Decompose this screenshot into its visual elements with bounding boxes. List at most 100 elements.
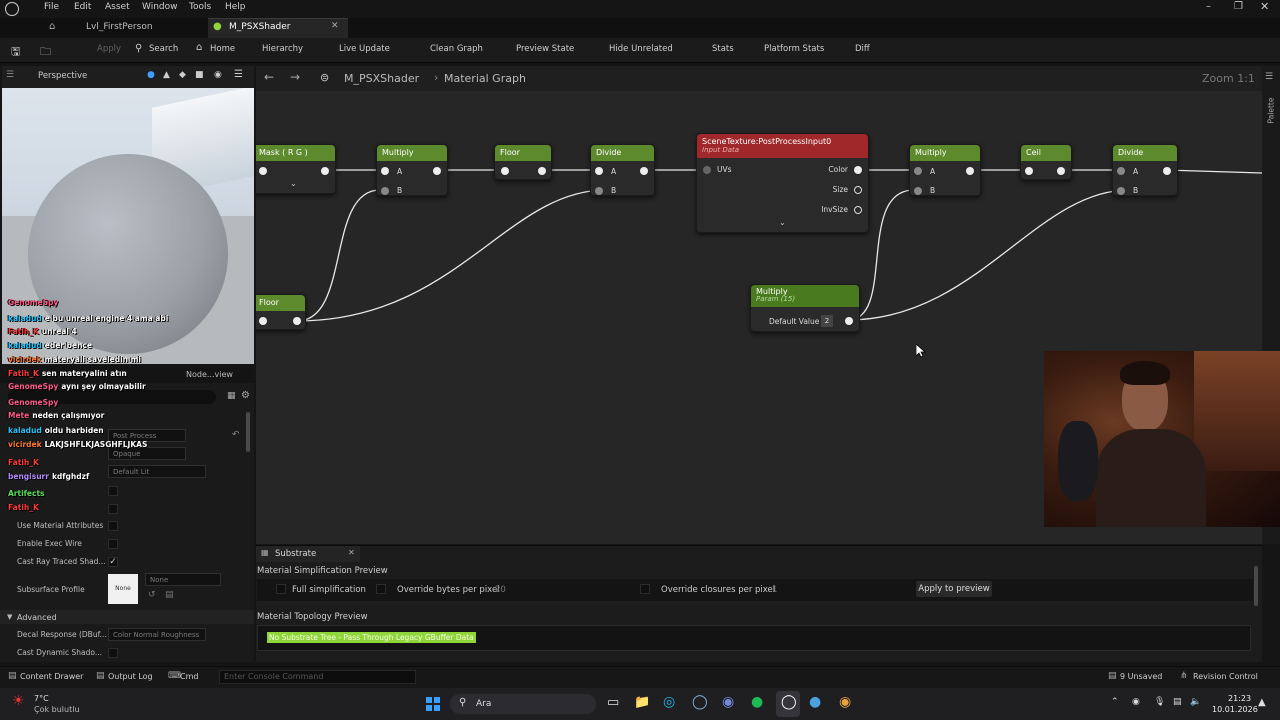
scene-texture-node[interactable]: SceneTexture:PostProcessInput0 Input Dat… bbox=[696, 133, 869, 233]
default-value-input[interactable]: 2 bbox=[821, 315, 833, 327]
input-pin-a[interactable] bbox=[914, 167, 922, 175]
input-pin-b[interactable] bbox=[1117, 187, 1125, 195]
weather-desc[interactable]: Çok bulutlu bbox=[34, 705, 80, 714]
tab-node-preview[interactable]: Node...view bbox=[186, 370, 233, 379]
output-pin[interactable] bbox=[538, 167, 546, 175]
unreal-logo-icon[interactable] bbox=[5, 2, 19, 16]
cast-ray-traced-checkbox[interactable]: ✓ bbox=[108, 557, 118, 567]
file-explorer-icon[interactable]: 📁 bbox=[634, 695, 650, 710]
task-view-icon[interactable]: ▭ bbox=[607, 695, 619, 710]
use-material-attributes-checkbox[interactable] bbox=[108, 521, 118, 531]
console-command-input[interactable]: Enter Console Command bbox=[219, 670, 416, 684]
network-icon[interactable]: ▤ bbox=[1173, 697, 1182, 707]
menu-window[interactable]: Window bbox=[142, 2, 178, 12]
output-pin-color[interactable] bbox=[854, 166, 862, 174]
multiply-node[interactable]: Multiply A B bbox=[376, 144, 448, 196]
substrate-tab[interactable]: ▦ Substrate ✕ bbox=[256, 546, 360, 562]
override-closures-value[interactable]: 1 bbox=[772, 585, 777, 595]
spotify-icon[interactable]: ● bbox=[751, 694, 763, 710]
output-pin[interactable] bbox=[1163, 167, 1171, 175]
sphere-preview-icon[interactable]: ● bbox=[147, 70, 155, 80]
output-pin[interactable] bbox=[321, 167, 329, 175]
apply-button[interactable]: Apply bbox=[97, 44, 121, 54]
clean-graph-button[interactable]: Clean Graph bbox=[430, 44, 483, 54]
ceil-node[interactable]: Ceil bbox=[1020, 144, 1072, 180]
output-pin[interactable] bbox=[293, 317, 301, 325]
details-scrollbar[interactable] bbox=[246, 412, 250, 452]
floor-node[interactable]: Floor bbox=[494, 144, 552, 180]
input-pin[interactable] bbox=[501, 167, 509, 175]
diff-button[interactable]: Diff bbox=[855, 44, 870, 54]
floor-node[interactable]: Floor bbox=[256, 294, 306, 330]
plane-preview-icon[interactable]: ◆ bbox=[179, 70, 186, 80]
notification-bell-icon[interactable]: ▲ bbox=[1258, 697, 1266, 708]
breadcrumb-asset[interactable]: M_PSXShader bbox=[344, 72, 419, 85]
shading-model-dropdown[interactable]: Default Lit bbox=[108, 465, 206, 478]
settings-gear-icon[interactable]: ⚙ bbox=[241, 390, 250, 401]
volume-icon[interactable]: 🔈 bbox=[1190, 697, 1201, 707]
back-arrow-icon[interactable]: ← bbox=[264, 70, 274, 84]
input-pin-b[interactable] bbox=[914, 187, 922, 195]
input-pin-a[interactable] bbox=[1117, 167, 1125, 175]
minimize-icon[interactable]: – bbox=[1206, 1, 1211, 12]
reset-arrow-icon[interactable]: ↶ bbox=[232, 430, 240, 440]
enable-exec-wire-checkbox[interactable] bbox=[108, 539, 118, 549]
microphone-icon[interactable]: 🎙 bbox=[1154, 697, 1165, 707]
cube-preview-icon[interactable]: ■ bbox=[195, 70, 204, 80]
search-button[interactable]: Search bbox=[149, 44, 178, 54]
hide-unrelated-button[interactable]: Hide Unrelated bbox=[609, 44, 673, 54]
scalar-parameter-node[interactable]: Multiply Param (15) Default Value 2 bbox=[750, 284, 860, 332]
weather-temp[interactable]: 7°C bbox=[34, 694, 49, 703]
hierarchy-button[interactable]: Hierarchy bbox=[262, 44, 303, 54]
output-pin-invsize[interactable] bbox=[854, 206, 862, 214]
cylinder-preview-icon[interactable]: ▲ bbox=[163, 70, 170, 80]
perspective-dropdown[interactable]: Perspective bbox=[38, 71, 87, 81]
multiply-node[interactable]: Multiply A B bbox=[909, 144, 981, 196]
viewport-options-icon[interactable]: ☰ bbox=[234, 69, 243, 80]
input-pin-b[interactable] bbox=[381, 187, 389, 195]
override-bytes-checkbox[interactable] bbox=[376, 584, 386, 594]
grid-view-icon[interactable]: ▦ bbox=[227, 391, 236, 401]
menu-file[interactable]: File bbox=[44, 2, 59, 12]
collapse-arrow-icon[interactable]: ▼ bbox=[7, 613, 12, 621]
windows-start-icon[interactable] bbox=[426, 697, 440, 711]
taskbar-search[interactable]: ⚲ Ara bbox=[450, 694, 596, 714]
edge-icon[interactable]: ◎ bbox=[663, 694, 675, 710]
subsurface-dropdown[interactable]: None bbox=[145, 573, 221, 586]
cmd-dropdown[interactable]: Cmd bbox=[180, 672, 198, 681]
mesh-preview-icon[interactable]: ◉ bbox=[214, 70, 222, 80]
subsurface-thumbnail[interactable]: None bbox=[108, 574, 138, 604]
unreal-taskbar-button[interactable]: ◯ bbox=[776, 691, 800, 717]
menu-help[interactable]: Help bbox=[225, 2, 246, 12]
viewport-menu-icon[interactable]: ☰ bbox=[6, 70, 14, 80]
browse-asset-icon[interactable]: ↺ bbox=[148, 590, 156, 600]
tab-lvl-firstperson[interactable]: Lvl_FirstPerson bbox=[86, 18, 206, 37]
output-pin[interactable] bbox=[966, 167, 974, 175]
maximize-icon[interactable]: ❐ bbox=[1234, 1, 1243, 12]
override-bytes-value[interactable]: 20 bbox=[495, 585, 506, 595]
revision-control-button[interactable]: Revision Control bbox=[1193, 672, 1258, 681]
expand-arrow-icon[interactable]: ⌄ bbox=[290, 179, 297, 188]
full-simplification-checkbox[interactable] bbox=[276, 584, 286, 594]
preview-state-button[interactable]: Preview State bbox=[516, 44, 574, 54]
clock-time[interactable]: 21:23 bbox=[1228, 694, 1251, 703]
steam-icon[interactable]: ◯ bbox=[692, 694, 708, 710]
divide-node[interactable]: Divide A B bbox=[590, 144, 655, 196]
apply-to-preview-button[interactable]: Apply to preview bbox=[916, 581, 992, 597]
menu-asset[interactable]: Asset bbox=[105, 2, 130, 12]
cast-dynamic-checkbox[interactable] bbox=[108, 648, 118, 658]
input-pin-b[interactable] bbox=[595, 187, 603, 195]
close-icon[interactable]: ✕ bbox=[1260, 0, 1269, 13]
breadcrumb-graph[interactable]: Material Graph bbox=[444, 72, 526, 85]
output-pin-size[interactable] bbox=[854, 186, 862, 194]
find-asset-icon[interactable]: ▤ bbox=[165, 590, 174, 600]
tray-chevron-icon[interactable]: ⌃ bbox=[1111, 697, 1119, 707]
tab-close-icon[interactable]: ✕ bbox=[331, 21, 339, 31]
forward-arrow-icon[interactable]: → bbox=[290, 70, 300, 84]
app-icon[interactable]: ● bbox=[809, 694, 821, 710]
substrate-scrollbar[interactable] bbox=[1254, 566, 1258, 606]
browse-icon[interactable]: 🗀 bbox=[40, 43, 51, 62]
menu-tools[interactable]: Tools bbox=[189, 2, 211, 12]
input-pin[interactable] bbox=[1025, 167, 1033, 175]
decal-response-dropdown[interactable]: Color Normal Roughness bbox=[108, 628, 206, 641]
